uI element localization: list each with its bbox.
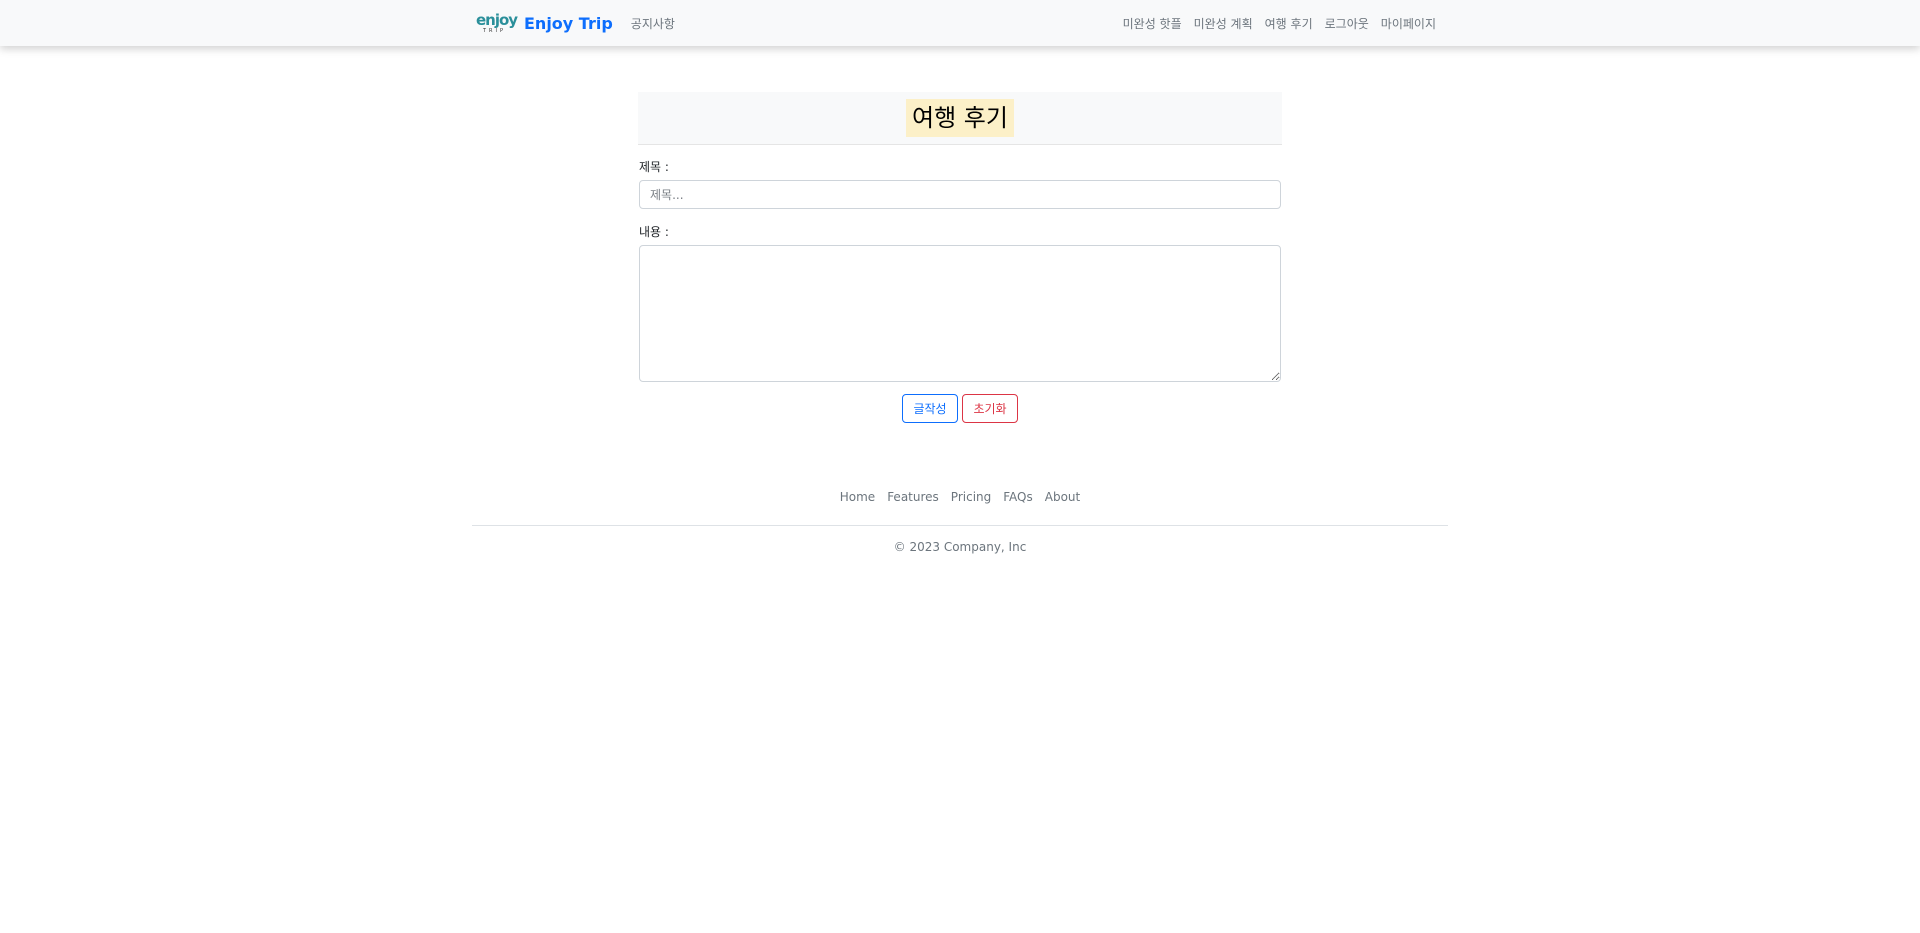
footer-link-pricing[interactable]: Pricing	[951, 490, 991, 504]
footer-link-home[interactable]: Home	[840, 490, 875, 504]
nav-right-links: 미완성 핫플 미완성 계획 여행 후기 로그아웃 마이페이지	[1123, 15, 1436, 32]
brand-name: Enjoy Trip	[524, 13, 613, 33]
write-button[interactable]: 글작성	[902, 394, 958, 423]
brand-link[interactable]: enjoy TRIP Enjoy Trip	[476, 10, 613, 36]
logo-wordmark: enjoy	[476, 11, 518, 29]
footer-link-features[interactable]: Features	[887, 490, 939, 504]
page-title: 여행 후기	[906, 99, 1014, 137]
title-input[interactable]	[639, 180, 1281, 209]
footer-divider	[472, 525, 1448, 526]
footer-nav: Home Features Pricing FAQs About	[0, 490, 1920, 504]
navbar-container: enjoy TRIP Enjoy Trip 공지사항 미완성 핫플 미완성 계획…	[476, 0, 1436, 46]
nav-link-hotplace[interactable]: 미완성 핫플	[1123, 15, 1182, 32]
page-title-bar: 여행 후기	[638, 92, 1282, 145]
nav-link-plan[interactable]: 미완성 계획	[1194, 15, 1253, 32]
copyright-text: © 2023 Company, Inc	[893, 540, 1027, 554]
reset-button[interactable]: 초기화	[962, 394, 1018, 423]
nav-link-review[interactable]: 여행 후기	[1265, 15, 1313, 32]
content-label: 내용 :	[639, 225, 669, 239]
content-textarea[interactable]	[639, 245, 1281, 382]
footer-link-faqs[interactable]: FAQs	[1003, 490, 1033, 504]
enjoy-trip-logo: enjoy TRIP	[476, 10, 518, 36]
title-label: 제목 :	[639, 160, 669, 174]
nav-link-logout[interactable]: 로그아웃	[1325, 15, 1369, 32]
top-navbar: enjoy TRIP Enjoy Trip 공지사항 미완성 핫플 미완성 계획…	[0, 0, 1920, 46]
footer-link-about[interactable]: About	[1045, 490, 1080, 504]
nav-link-mypage[interactable]: 마이페이지	[1381, 15, 1436, 32]
logo-subtext: TRIP	[483, 28, 507, 34]
nav-link-notice[interactable]: 공지사항	[631, 15, 675, 32]
